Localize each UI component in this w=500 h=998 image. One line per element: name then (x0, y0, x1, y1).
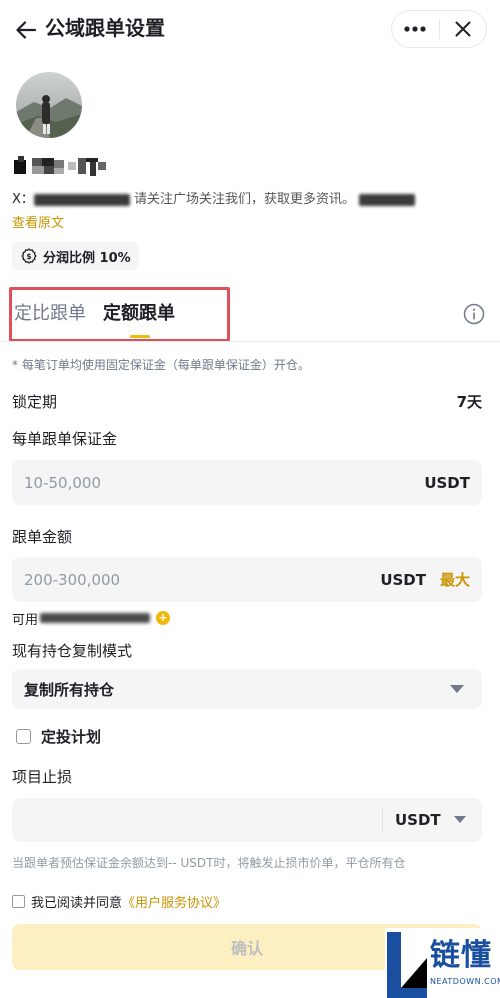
margin-placeholder: 10-50,000 (24, 473, 101, 492)
amount-placeholder: 200-300,000 (24, 570, 121, 589)
profit-share-label: 分润比例 10% (43, 250, 131, 266)
agreement-text: 我已阅读并同意 (31, 895, 123, 911)
add-funds-icon[interactable]: + (156, 611, 171, 625)
bio-redaction (359, 193, 416, 206)
available-label: 可用 (12, 612, 39, 628)
caret-down-icon (454, 816, 466, 823)
bio-visible-text: 请关注广场关注我们，获取更多资讯。 (134, 192, 356, 207)
dca-checkbox[interactable] (16, 728, 31, 744)
back-button[interactable] (8, 12, 44, 48)
amount-unit: USDT (380, 570, 426, 589)
nickname-redacted (12, 154, 112, 180)
unit-separator (382, 806, 383, 834)
position-copy-mode-label: 现有持仓复制模式 (12, 642, 133, 660)
more-dots-icon (404, 26, 426, 32)
badge-gear-icon: $ (21, 248, 37, 264)
lock-period-label: 锁定期 (12, 393, 58, 411)
close-button[interactable] (439, 11, 486, 47)
bio-text: X： 请关注广场关注我们，获取更多资讯。 (12, 189, 492, 211)
available-balance: 可用 + (12, 607, 171, 629)
bio-prefix: X： (12, 192, 34, 207)
info-icon (463, 303, 485, 325)
watermark-text: 链懂 (430, 938, 492, 973)
more-button[interactable] (392, 11, 439, 47)
info-button[interactable] (462, 302, 486, 326)
svg-text:$: $ (26, 252, 31, 261)
stop-loss-unit-select[interactable]: USDT (395, 798, 441, 842)
margin-unit: USDT (424, 473, 470, 492)
profit-share-badge: $ 分润比例 10% (12, 242, 139, 270)
dca-label: 定投计划 (41, 727, 102, 746)
copy-amount-input[interactable]: 200-300,000 USDT 最大 (12, 557, 482, 602)
copy-amount-label: 跟单金额 (12, 528, 73, 546)
fixed-margin-note: * 每笔订单均使用固定保证金（每单跟单保证金）开仓。 (12, 358, 310, 372)
position-copy-mode-select[interactable]: 复制所有持仓 (12, 669, 482, 709)
avatar[interactable] (16, 72, 82, 138)
stop-loss-label: 项目止损 (12, 768, 73, 786)
bio-redaction (33, 193, 130, 206)
service-agreement-link[interactable]: 《用户服务协议》 (122, 892, 226, 911)
lock-period-value: 7天 (456, 393, 482, 411)
tabs-divider (0, 341, 500, 342)
close-icon (455, 21, 471, 37)
copy-mode-value: 复制所有持仓 (24, 680, 115, 699)
annotation-highlight-box (9, 287, 230, 342)
redaction-mosaic (14, 156, 106, 176)
stop-loss-note: 当跟单者预估保证金余额达到-- USDT时，将触发止损市价单，平仓所有仓 (12, 856, 406, 870)
view-original-link[interactable]: 查看原文 (12, 214, 64, 234)
dca-plan-option[interactable]: 定投计划 (16, 725, 101, 747)
page-title: 公域跟单设置 (45, 16, 165, 40)
caret-down-icon (450, 685, 464, 693)
arrow-left-icon (16, 21, 36, 39)
max-button[interactable]: 最大 (440, 557, 470, 602)
margin-per-order-label: 每单跟单保证金 (12, 430, 118, 448)
stop-loss-input[interactable]: USDT (12, 798, 482, 842)
balance-redaction (40, 613, 151, 623)
agreement-checkbox[interactable] (12, 894, 25, 908)
watermark-subtext: NEATDOWN.COM (430, 977, 500, 986)
margin-per-order-input[interactable]: 10-50,000 USDT (12, 460, 482, 505)
agreement-row[interactable]: 我已阅读并同意 《用户服务协议》 (12, 891, 226, 911)
watermark-logo-icon (387, 932, 427, 998)
avatar-photo (16, 72, 82, 138)
header-bar: 公域跟单设置 (0, 0, 500, 60)
mini-program-capsule (391, 10, 487, 48)
